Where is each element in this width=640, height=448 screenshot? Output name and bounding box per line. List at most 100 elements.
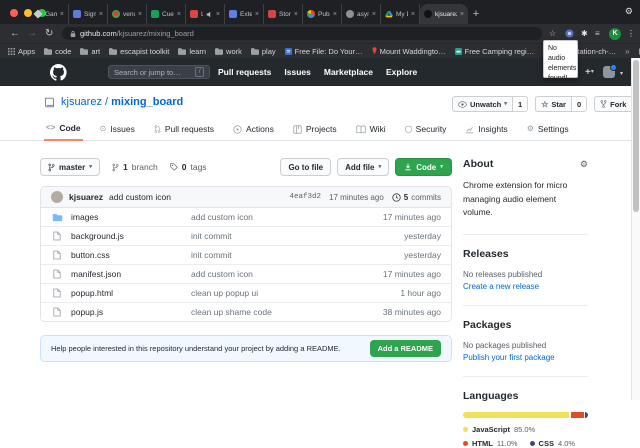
latest-commit-bar[interactable]: kjsuarez add custom icon 4eaf3d2 17 minu… — [40, 186, 452, 208]
language-item[interactable]: HTML11.0% — [463, 439, 518, 448]
browser-menu-icon[interactable]: ⋮ — [627, 28, 635, 39]
file-name-link[interactable]: popup.js — [71, 307, 183, 317]
repo-name-link[interactable]: mixing_board — [111, 96, 183, 108]
branch-selector-button[interactable]: master▾ — [40, 158, 100, 176]
commit-author-avatar[interactable] — [51, 191, 63, 203]
extension-flower-icon[interactable]: ✱ — [581, 28, 588, 39]
github-logo[interactable] — [50, 64, 67, 81]
tags-link[interactable]: 0tags — [170, 162, 207, 172]
bookmark-apps[interactable]: Apps — [8, 47, 35, 56]
address-bar[interactable]: github.com/kjsuarez/mixing_board — [62, 27, 542, 40]
file-commit-message[interactable]: init commit — [191, 231, 396, 241]
file-commit-message[interactable]: add custom icon — [191, 269, 375, 279]
unwatch-button[interactable]: Unwatch▾ — [452, 96, 513, 112]
file-row[interactable]: button.cssinit commityesterday — [41, 245, 451, 264]
tab-projects[interactable]: Projects — [291, 123, 339, 141]
tab-actions[interactable]: Actions — [231, 123, 276, 141]
tab-close-icon[interactable]: × — [138, 11, 142, 18]
bookmark-folder[interactable]: escapist toolkit — [109, 47, 169, 56]
browser-tab[interactable]: Cue Ne× — [147, 4, 186, 24]
file-name-link[interactable]: images — [71, 212, 183, 222]
bookmarks-overflow-icon[interactable]: » — [625, 47, 629, 56]
commit-sha-link[interactable]: 4eaf3d2 — [290, 193, 322, 201]
star-count[interactable]: 0 — [572, 96, 587, 112]
close-window-button[interactable] — [10, 9, 18, 17]
scrollbar-thumb[interactable] — [633, 60, 639, 212]
browser-tab[interactable]: venus w× — [108, 4, 147, 24]
file-name-link[interactable]: popup.html — [71, 288, 183, 298]
browser-tab[interactable]: My Driv× — [381, 4, 420, 24]
nav-issues[interactable]: Issues — [284, 67, 310, 77]
tab-settings[interactable]: ⚙Settings — [525, 123, 571, 141]
github-search-input[interactable]: Search or jump to… / — [108, 65, 210, 79]
bookmark-folder[interactable]: art — [80, 47, 100, 56]
tab-close-icon[interactable]: × — [99, 11, 103, 18]
tab-close-icon[interactable]: × — [216, 11, 220, 18]
create-new-button[interactable]: +▾ — [585, 67, 594, 78]
new-tab-button[interactable]: + — [468, 4, 484, 24]
code-download-button[interactable]: Code▾ — [395, 158, 452, 176]
star-button[interactable]: ☆Star — [535, 96, 572, 112]
browser-tab[interactable]: Sigma S× — [69, 4, 108, 24]
file-commit-message[interactable]: clean up shame code — [191, 307, 375, 317]
page-scrollbar[interactable] — [631, 58, 640, 400]
fork-button[interactable]: Fork — [594, 96, 632, 112]
file-row[interactable]: imagesadd custom icon17 minutes ago — [41, 208, 451, 226]
file-row[interactable]: popup.jsclean up shame code38 minutes ag… — [41, 302, 451, 321]
file-row[interactable]: manifest.jsonadd custom icon17 minutes a… — [41, 264, 451, 283]
bookmark-folder[interactable]: play — [251, 47, 276, 56]
browser-tab[interactable]: Publish× — [303, 4, 342, 24]
add-readme-button[interactable]: Add a README — [370, 340, 441, 357]
browser-tab[interactable]: async fu× — [342, 4, 381, 24]
bookmark-star-icon[interactable]: ☆ — [549, 28, 556, 39]
tab-close-icon[interactable]: × — [372, 11, 376, 18]
browser-tab[interactable]: GameM× — [30, 4, 69, 24]
tab-close-icon[interactable]: × — [460, 11, 464, 18]
commit-message-link[interactable]: add custom icon — [109, 192, 171, 202]
forward-icon[interactable]: → — [27, 27, 37, 40]
bookmark-folder[interactable]: code — [44, 47, 71, 56]
caret-down-icon[interactable]: ▾ — [620, 70, 623, 77]
add-file-button[interactable]: Add file▾ — [337, 158, 389, 176]
create-release-link[interactable]: Create a new release — [463, 282, 588, 291]
file-commit-message[interactable]: init commit — [191, 250, 396, 260]
file-name-link[interactable]: button.css — [71, 250, 183, 260]
language-item[interactable]: JavaScript85.0% — [463, 425, 535, 434]
watch-count[interactable]: 1 — [513, 96, 528, 112]
tab-code[interactable]: <>Code — [44, 123, 83, 141]
bookmark-folder[interactable]: learn — [178, 47, 206, 56]
tab-close-icon[interactable]: × — [255, 11, 259, 18]
repo-owner-link[interactable]: kjsuarez — [61, 96, 102, 108]
tab-audio-icon[interactable] — [206, 11, 213, 18]
file-commit-message[interactable]: clean up popup ui — [191, 288, 392, 298]
commit-history-link[interactable]: 5commits — [392, 193, 441, 202]
branches-link[interactable]: 1branch — [112, 162, 158, 172]
file-name-link[interactable]: manifest.json — [71, 269, 183, 279]
bookmark-link[interactable]: Mount Waddingto… — [372, 47, 446, 56]
file-commit-message[interactable]: add custom icon — [191, 212, 375, 222]
go-to-file-button[interactable]: Go to file — [280, 158, 331, 176]
tab-insights[interactable]: Insights — [463, 123, 509, 141]
tab-close-icon[interactable]: × — [177, 11, 181, 18]
back-icon[interactable]: ← — [10, 27, 20, 40]
nav-explore[interactable]: Explore — [386, 67, 417, 77]
tab-close-icon[interactable]: × — [333, 11, 337, 18]
browser-tab[interactable]: List× — [186, 4, 225, 24]
reading-list-toolbar-icon[interactable]: ≡ — [595, 28, 600, 39]
tab-close-icon[interactable]: × — [411, 11, 415, 18]
extension-icon[interactable] — [565, 29, 574, 38]
tab-wiki[interactable]: Wiki — [354, 123, 388, 141]
tab-close-icon[interactable]: × — [294, 11, 298, 18]
browser-tab-active[interactable]: kjsuarez× — [420, 4, 468, 24]
github-user-avatar[interactable] — [603, 66, 615, 78]
file-row[interactable]: popup.htmlclean up popup ui1 hour ago — [41, 283, 451, 302]
tab-issues[interactable]: ⊙Issues — [98, 123, 137, 141]
gear-icon[interactable]: ⚙ — [580, 160, 588, 169]
tab-close-icon[interactable]: × — [60, 11, 64, 18]
tab-pull-requests[interactable]: Pull requests — [152, 123, 216, 141]
publish-package-link[interactable]: Publish your first package — [463, 353, 588, 362]
nav-marketplace[interactable]: Marketplace — [324, 67, 373, 77]
tab-strip-settings-icon[interactable]: ⚙ — [625, 7, 633, 16]
nav-pull-requests[interactable]: Pull requests — [218, 67, 271, 77]
profile-avatar[interactable]: K — [609, 28, 621, 40]
